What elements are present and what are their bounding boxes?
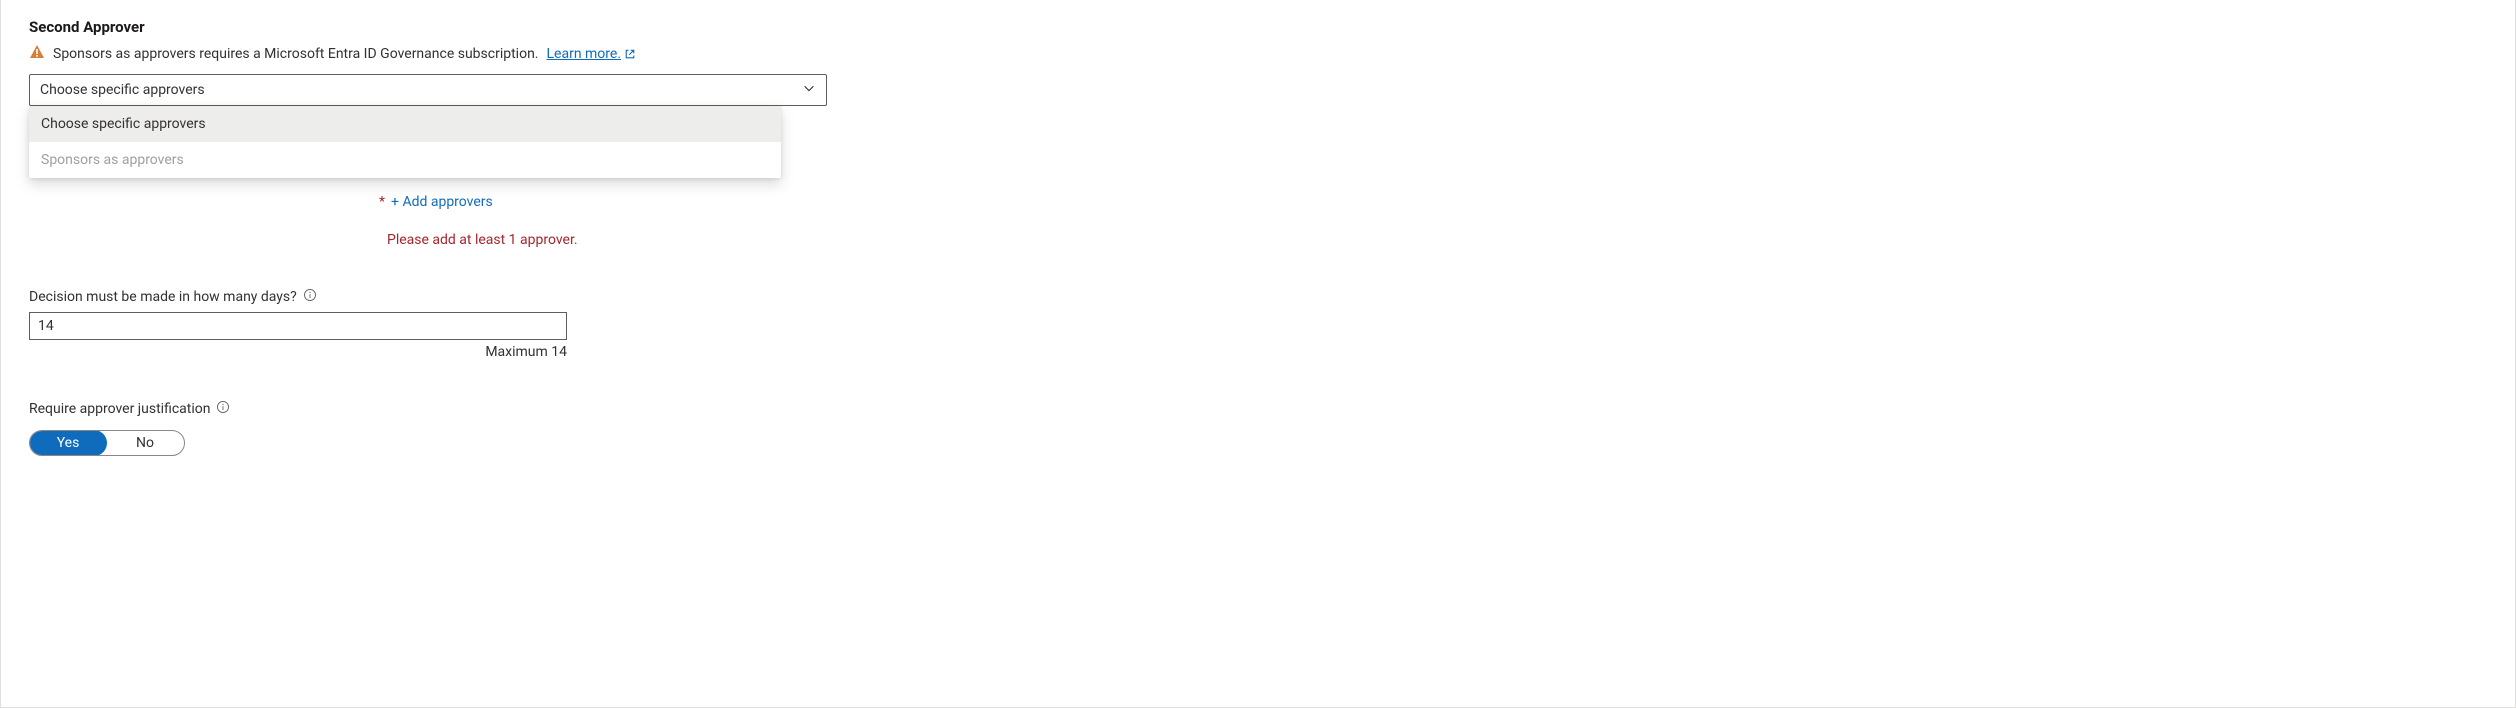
required-asterisk: * [379, 194, 385, 210]
chevron-down-icon [802, 81, 816, 99]
select-display[interactable]: Choose specific approvers [29, 74, 827, 106]
dropdown-option-specific[interactable]: Choose specific approvers [29, 106, 781, 142]
second-approver-panel: Second Approver Sponsors as approvers re… [0, 0, 2516, 708]
add-approvers-link[interactable]: + Add approvers [391, 194, 493, 210]
approver-error: Please add at least 1 approver. [387, 232, 2487, 248]
add-approvers-row: * + Add approvers [379, 194, 2487, 210]
justification-label: Require approver justification [29, 401, 210, 417]
select-value: Choose specific approvers [40, 82, 205, 98]
warning-icon [29, 44, 45, 64]
approver-type-select[interactable]: Choose specific approvers Choose specifi… [29, 74, 827, 106]
decision-days-input[interactable] [29, 312, 567, 340]
decision-days-field: Decision must be made in how many days? … [29, 288, 2487, 360]
info-icon[interactable] [216, 400, 230, 418]
justification-toggle[interactable]: Yes No [29, 430, 185, 456]
dropdown-option-sponsors[interactable]: Sponsors as approvers [29, 142, 781, 178]
decision-days-hint: Maximum 14 [29, 344, 567, 360]
toggle-yes[interactable]: Yes [29, 430, 107, 456]
toggle-no[interactable]: No [106, 431, 184, 455]
learn-more-link[interactable]: Learn more. [547, 46, 637, 62]
section-title: Second Approver [29, 18, 2487, 36]
dropdown-list: Choose specific approvers Sponsors as ap… [29, 106, 781, 178]
learn-more-text: Learn more. [547, 46, 622, 62]
external-link-icon [624, 46, 636, 62]
justification-field: Require approver justification Yes No [29, 400, 2487, 456]
warning-text: Sponsors as approvers requires a Microso… [53, 46, 539, 62]
governance-warning: Sponsors as approvers requires a Microso… [29, 44, 2487, 64]
info-icon[interactable] [303, 288, 317, 306]
decision-days-label: Decision must be made in how many days? [29, 289, 297, 305]
